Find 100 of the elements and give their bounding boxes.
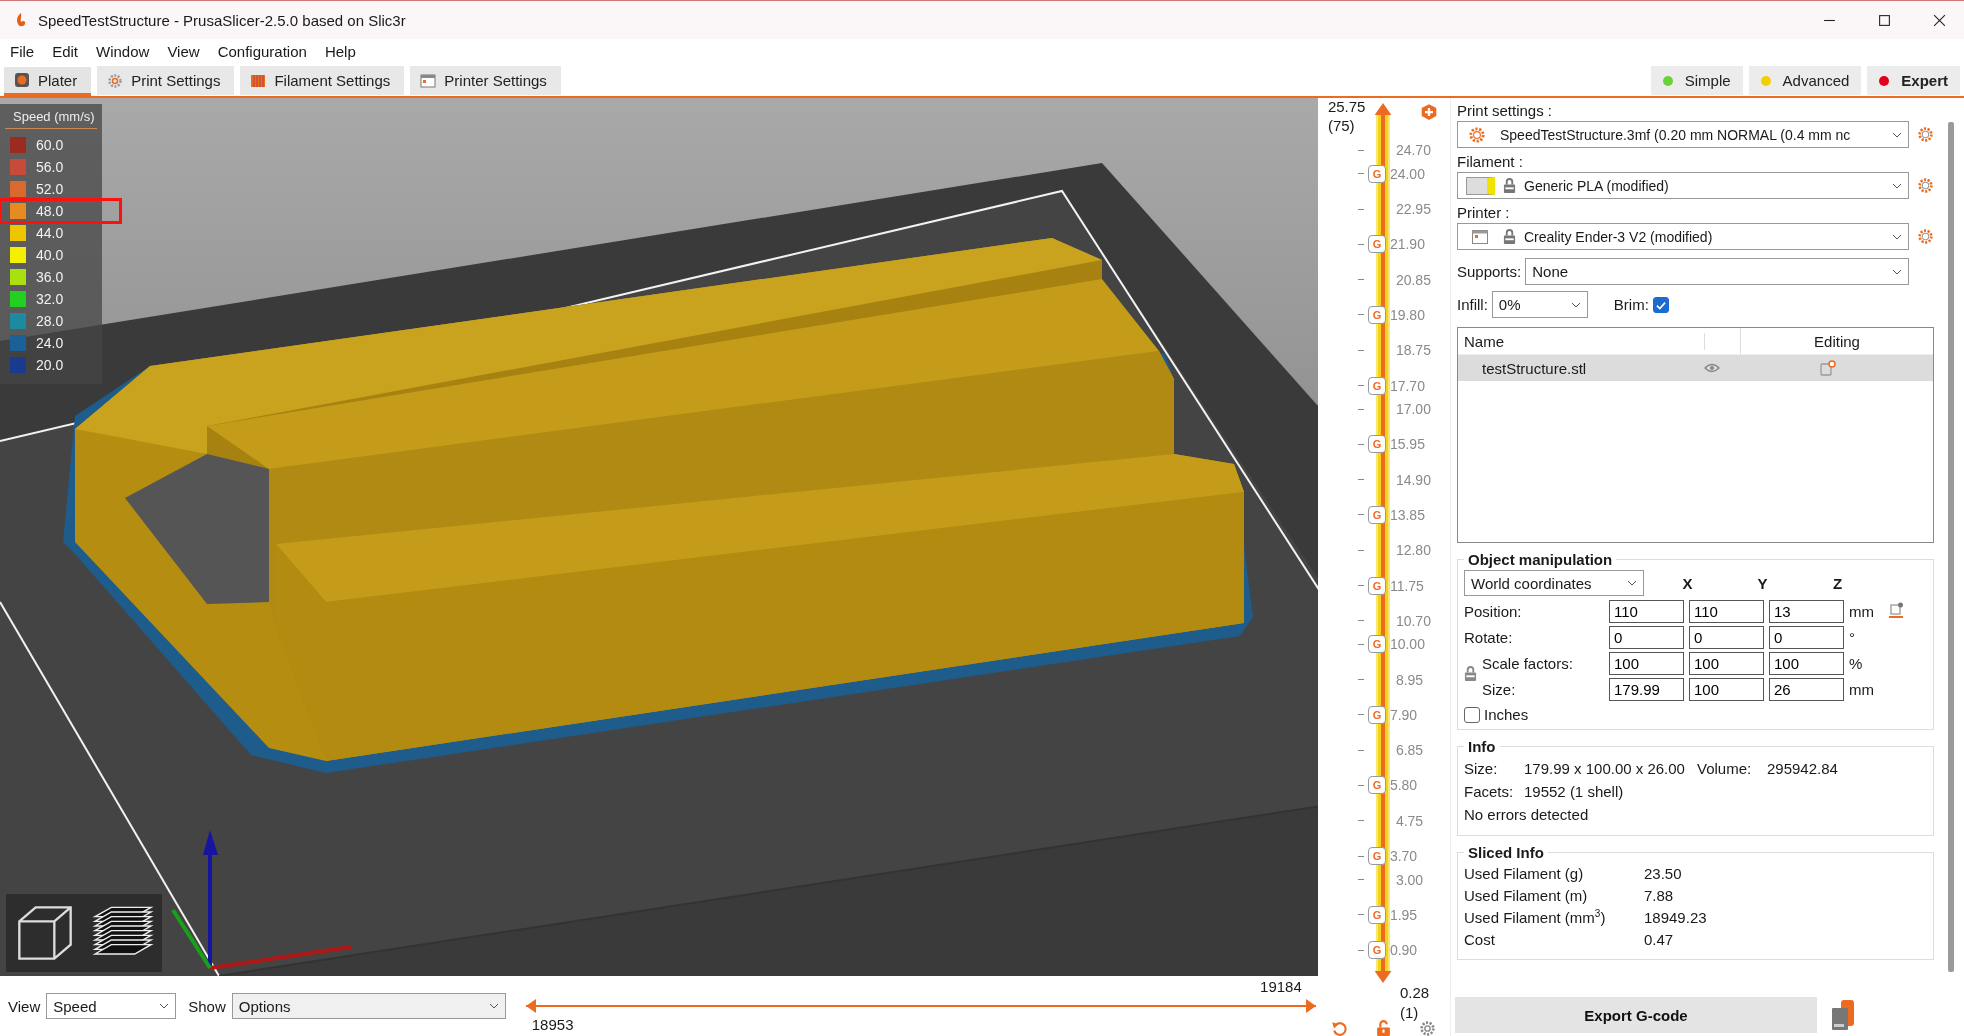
top-layer-height: 25.75 — [1327, 98, 1366, 115]
printer-dropdown[interactable]: Creality Ender-3 V2 (modified) — [1457, 223, 1909, 250]
brim-checkbox[interactable] — [1652, 296, 1669, 313]
scrollbar[interactable] — [1948, 122, 1954, 972]
settings-icon[interactable] — [1917, 126, 1934, 143]
legend-value: 24.0 — [36, 335, 64, 351]
info-label: Volume: — [1696, 760, 1753, 777]
upper-thumb-icon[interactable] — [1373, 103, 1392, 115]
number-field[interactable]: 100 — [1609, 652, 1684, 675]
unit-label: mm — [1849, 603, 1875, 620]
settings-icon[interactable] — [1419, 1020, 1437, 1036]
filament-color-swatch — [1466, 176, 1495, 195]
menu-item[interactable]: File — [0, 42, 44, 60]
layer-height-label: 22.95 — [1395, 201, 1431, 218]
menu-item[interactable]: View — [158, 42, 209, 60]
chevron-icon — [1892, 233, 1902, 240]
slider-value: 18953 — [531, 1016, 574, 1033]
column-header[interactable]: Name — [1458, 332, 1705, 350]
number-field[interactable]: 179.99 — [1609, 678, 1684, 701]
number-field[interactable]: 0 — [1689, 626, 1764, 649]
layer-height-label: 0.90 — [1389, 942, 1418, 959]
print-settings-dropdown[interactable]: SpeedTestStructure.3mf (0.20 mm NORMAL (0.4 mm nc — [1457, 121, 1909, 148]
settings-icon[interactable] — [1917, 177, 1934, 194]
show-label: Show — [188, 997, 226, 1015]
layer-height-label: 4.75 — [1395, 812, 1424, 829]
supports-dropdown[interactable]: None — [1525, 258, 1910, 285]
view-dropdown[interactable]: Speed — [46, 993, 177, 1019]
status-text: No errors detected — [1464, 806, 1589, 823]
add-color-change-icon[interactable] — [1419, 103, 1438, 121]
field-label: Infill: — [1457, 296, 1488, 313]
sd-card-icon[interactable] — [1829, 998, 1857, 1032]
lower-thumb-icon[interactable] — [1373, 971, 1392, 983]
unit-label: ° — [1849, 629, 1856, 646]
menu-item[interactable]: Help — [315, 42, 365, 60]
number-field[interactable]: 110 — [1689, 600, 1764, 623]
bottom-layer-height: 0.28 — [1399, 984, 1430, 1001]
layer-height-label: 24.00 — [1389, 165, 1425, 182]
tab[interactable]: Plater — [4, 67, 92, 96]
legend-value: 44.0 — [36, 225, 64, 241]
unlocked-lock-icon[interactable] — [1375, 1020, 1393, 1036]
close-icon[interactable] — [1933, 13, 1946, 27]
tab[interactable]: Print Settings — [97, 66, 235, 95]
number-field[interactable]: 0 — [1609, 626, 1684, 649]
printer-icon — [1472, 229, 1488, 244]
edit-icon[interactable] — [1820, 360, 1836, 376]
layer-height-label: 24.70 — [1395, 142, 1431, 159]
tab[interactable]: Filament Settings — [240, 66, 405, 95]
gear-icon — [1468, 125, 1486, 144]
layer-height-label: 15.95 — [1389, 436, 1425, 453]
number-field[interactable]: 100 — [1769, 652, 1844, 675]
tab[interactable]: Printer Settings — [410, 66, 561, 95]
mode-button[interactable]: Advanced — [1748, 66, 1862, 95]
row-label: Scale factors: — [1481, 655, 1574, 672]
menu-item[interactable]: Edit — [43, 42, 88, 60]
infill-dropdown[interactable]: 0% — [1491, 291, 1588, 318]
undo-icon[interactable] — [1331, 1020, 1349, 1036]
field-label: Brim: — [1613, 296, 1649, 313]
inches-checkbox[interactable] — [1464, 706, 1480, 723]
coordinates-dropdown[interactable]: World coordinates — [1464, 570, 1644, 596]
mode-button[interactable]: Expert — [1867, 66, 1960, 95]
legend-value: 36.0 — [36, 269, 64, 285]
settings-icon[interactable] — [1917, 228, 1934, 245]
info-label: Facets: — [1464, 783, 1515, 800]
layer-height-label: 10.70 — [1395, 612, 1431, 629]
section-title: Info — [1467, 738, 1497, 755]
number-field[interactable]: 110 — [1609, 600, 1684, 623]
info-value: 23.50 — [1644, 865, 1682, 882]
mode-button[interactable]: Simple — [1650, 66, 1743, 95]
number-field[interactable]: 100 — [1689, 652, 1764, 675]
number-field[interactable]: 100 — [1689, 678, 1764, 701]
filament-dropdown[interactable]: Generic PLA (modified) — [1457, 172, 1909, 199]
info-value: 295942.84 — [1766, 760, 1838, 777]
eye-icon[interactable] — [1704, 363, 1720, 373]
legend-value: 60.0 — [36, 137, 64, 153]
legend-title: Speed (mm/s) — [5, 104, 97, 129]
object-row[interactable]: testStructure.stl — [1458, 355, 1933, 381]
number-field[interactable]: 13 — [1769, 600, 1844, 623]
lower-thumb-icon[interactable] — [525, 999, 536, 1013]
layer-height-label: 10.00 — [1389, 636, 1425, 653]
legend-value: 48.0 — [36, 203, 64, 219]
lock-icon — [1503, 229, 1516, 244]
export-gcode-button[interactable]: Export G-code — [1455, 997, 1817, 1033]
gear-icon — [107, 72, 124, 89]
column-header[interactable]: Editing — [1741, 332, 1933, 350]
maximize-icon[interactable] — [1878, 13, 1891, 27]
number-field[interactable]: 0 — [1769, 626, 1844, 649]
show-dropdown[interactable]: Options — [231, 993, 506, 1019]
axis-label: X — [1681, 574, 1694, 592]
info-label: Size: — [1464, 760, 1499, 777]
info-label: Used Filament (m) — [1464, 887, 1589, 904]
number-field[interactable]: 26 — [1769, 678, 1844, 701]
unit-label: mm — [1849, 681, 1875, 698]
info-value: 179.99 x 100.00 x 26.00 — [1524, 760, 1685, 777]
lock-icon[interactable] — [1464, 666, 1477, 681]
layer-height-label: 8.95 — [1395, 671, 1424, 688]
layer-height-label: 3.70 — [1389, 848, 1418, 865]
chevron-icon — [1892, 268, 1903, 275]
legend-value: 56.0 — [36, 159, 64, 175]
menu-item[interactable]: Configuration — [208, 42, 316, 60]
menu-item[interactable]: Window — [87, 42, 159, 60]
